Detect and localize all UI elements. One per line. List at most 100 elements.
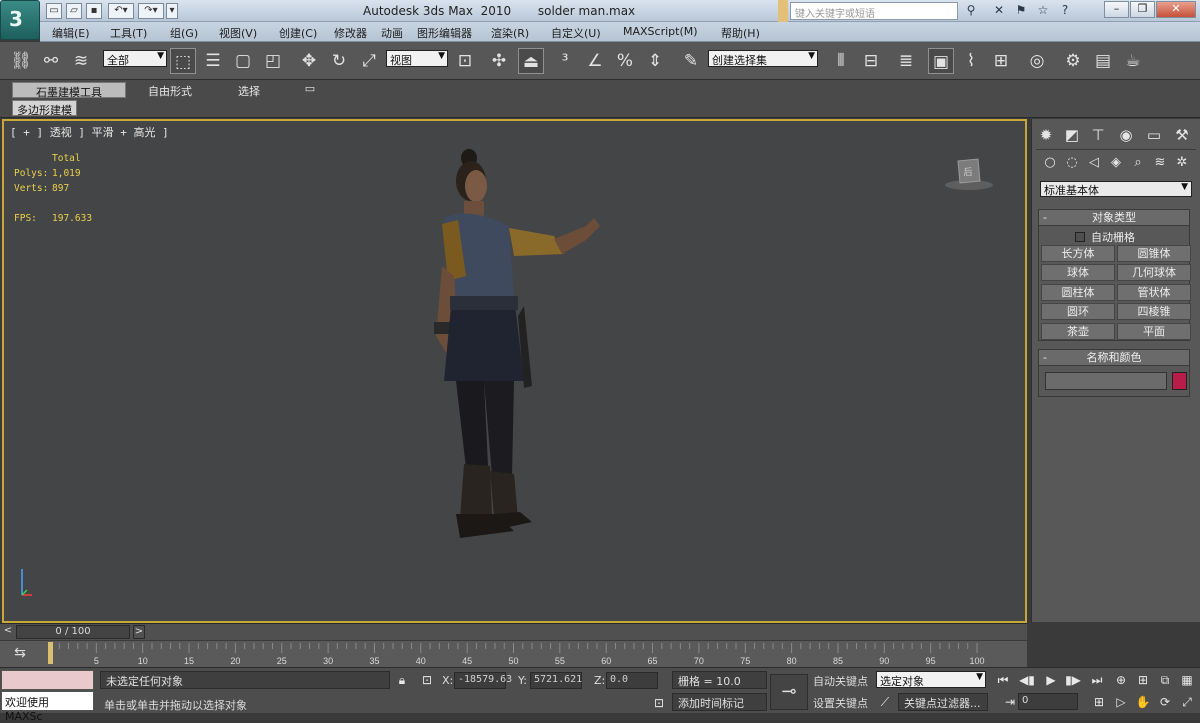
menu-graph-editors[interactable]: 图形编辑器	[417, 25, 472, 41]
menu-edit[interactable]: 编辑(E)	[52, 25, 90, 41]
restore-button[interactable]: ❐	[1130, 1, 1155, 18]
create-tab-icon[interactable]: ✹	[1034, 123, 1058, 147]
time-tag-icon[interactable]: ⊡	[650, 694, 668, 712]
maximize-viewport-icon[interactable]: ⤢	[1178, 693, 1196, 711]
field-of-view-icon[interactable]: ▷	[1112, 693, 1130, 711]
set-key-icon[interactable]: ⊸	[770, 674, 808, 710]
window-crossing-icon[interactable]: ◰	[260, 48, 286, 74]
search-input[interactable]: 键入关键字或短语	[790, 2, 958, 20]
open-file-icon[interactable]: ▱	[66, 3, 82, 19]
tab-freeform[interactable]: 自由形式	[140, 82, 200, 98]
new-file-icon[interactable]: ▭	[46, 3, 62, 19]
orbit-icon[interactable]: ⟳	[1156, 693, 1174, 711]
named-selection-dropdown[interactable]: 创建选择集 ▼	[708, 50, 818, 67]
app-logo[interactable]: 3	[0, 0, 40, 40]
absolute-mode-icon[interactable]: ⊡	[418, 671, 436, 689]
modify-tab-icon[interactable]: ◩	[1060, 123, 1084, 147]
key-mode-toggle-icon[interactable]: ⇥	[1001, 693, 1019, 711]
menu-tools[interactable]: 工具(T)	[110, 25, 147, 41]
utilities-tab-icon[interactable]: ⚒	[1170, 123, 1194, 147]
select-and-manipulate-icon[interactable]: ✣	[486, 48, 512, 74]
maxscript-listener-mini[interactable]	[1, 670, 94, 690]
go-to-end-icon[interactable]: ⏭	[1088, 671, 1106, 689]
select-and-link-icon[interactable]: ⛓	[8, 48, 34, 74]
zoom-icon[interactable]: ⊕	[1112, 671, 1130, 689]
object-color-swatch[interactable]	[1172, 372, 1187, 390]
graphite-modeling-tools-icon[interactable]: ▣	[928, 48, 954, 74]
cylinder-button[interactable]: 圆柱体	[1041, 284, 1115, 301]
cone-button[interactable]: 圆锥体	[1117, 245, 1191, 262]
edit-named-selection-icon[interactable]: ✎	[678, 48, 704, 74]
sphere-button[interactable]: 球体	[1041, 264, 1115, 281]
y-coordinate-field[interactable]: 5721.621	[530, 672, 582, 689]
material-editor-icon[interactable]: ◎	[1024, 48, 1050, 74]
previous-key-icon[interactable]: ◀▮	[1018, 671, 1036, 689]
pivot-center-icon[interactable]: ⊡	[452, 48, 478, 74]
space-warps-icon[interactable]: ≋	[1150, 153, 1170, 173]
menu-group[interactable]: 组(G)	[170, 25, 198, 41]
reference-coordinate-dropdown[interactable]: 视图 ▼	[386, 50, 448, 67]
favorites-icon[interactable]: ☆	[1034, 3, 1052, 19]
track-bar[interactable]: ⇆ 5 10 15 20 25 30 35 40 45 50 55 60 65 70 75 80 85 90 95 1…	[0, 641, 1027, 667]
cameras-icon[interactable]: ◈	[1106, 153, 1126, 173]
select-and-rotate-icon[interactable]: ↻	[326, 48, 352, 74]
minimize-button[interactable]: –	[1104, 1, 1129, 18]
schematic-view-icon[interactable]: ⊞	[988, 48, 1014, 74]
teapot-button[interactable]: 茶壶	[1041, 323, 1115, 340]
help-icon[interactable]: ?	[1056, 3, 1074, 19]
binoculars-icon[interactable]: ⚲	[962, 3, 980, 19]
tube-button[interactable]: 管状体	[1117, 284, 1191, 301]
time-slider-thumb[interactable]: 0 / 100	[16, 625, 130, 639]
auto-key-button[interactable]: 自动关键点	[813, 673, 868, 689]
menu-rendering[interactable]: 渲染(R)	[491, 25, 529, 41]
tab-graphite-modeling[interactable]: 石墨建模工具	[12, 82, 126, 99]
communication-center-icon[interactable]: ⚑	[1012, 3, 1030, 19]
viewport-label[interactable]: [ + ] 透视 ] 平滑 + 高光 ]	[10, 124, 169, 140]
menu-create[interactable]: 创建(C)	[279, 25, 317, 41]
systems-icon[interactable]: ✲	[1172, 153, 1192, 173]
geosphere-button[interactable]: 几何球体	[1117, 264, 1191, 281]
viewcube[interactable]: 后	[944, 157, 994, 191]
motion-tab-icon[interactable]: ◉	[1114, 123, 1138, 147]
key-filters-button[interactable]: 关键点过滤器...	[898, 693, 988, 711]
render-production-icon[interactable]: ☕	[1120, 48, 1146, 74]
key-mode-dropdown[interactable]: 选定对象 ▼	[876, 671, 986, 688]
selection-filter-dropdown[interactable]: 全部 ▼	[103, 50, 167, 67]
align-icon[interactable]: ⊟	[858, 48, 884, 74]
mini-curve-editor-icon[interactable]: ⇆	[6, 645, 34, 663]
curve-editor-icon[interactable]: ⌇	[958, 48, 984, 74]
menu-animation[interactable]: 动画	[381, 25, 403, 41]
pyramid-button[interactable]: 四棱锥	[1117, 303, 1191, 320]
plane-button[interactable]: 平面	[1117, 323, 1191, 340]
select-by-name-icon[interactable]: ☰	[200, 48, 226, 74]
pan-view-icon[interactable]: ✋	[1134, 693, 1152, 711]
menu-modifiers[interactable]: 修改器	[334, 25, 367, 41]
next-key-icon[interactable]: ▮▶	[1064, 671, 1082, 689]
percent-snap-icon[interactable]: %	[612, 48, 638, 74]
shapes-icon[interactable]: ◌	[1062, 153, 1082, 173]
layer-manager-icon[interactable]: ≣	[893, 48, 919, 74]
undo-icon[interactable]: ↶▾	[108, 3, 134, 19]
time-slider[interactable]: < 0 / 100 >	[0, 623, 1027, 640]
tab-selection[interactable]: 选择	[230, 82, 268, 98]
play-icon[interactable]: ▶	[1042, 671, 1060, 689]
display-tab-icon[interactable]: ▭	[1142, 123, 1166, 147]
menu-views[interactable]: 视图(V)	[219, 25, 257, 41]
mirror-icon[interactable]: ⫴	[828, 48, 854, 74]
lights-icon[interactable]: ◁	[1084, 153, 1104, 173]
previous-frame-icon[interactable]: <	[2, 625, 14, 639]
z-coordinate-field[interactable]: 0.0	[606, 672, 658, 689]
keyboard-shortcut-override-icon[interactable]: ⏏	[518, 48, 544, 74]
time-configuration-icon[interactable]: ⊞	[1090, 693, 1108, 711]
name-color-rollout-header[interactable]: - 名称和颜色	[1039, 350, 1189, 366]
next-frame-icon[interactable]: >	[133, 625, 145, 639]
save-icon[interactable]: ▪	[86, 3, 102, 19]
default-in-out-tangent-icon[interactable]: ⟋	[876, 693, 894, 711]
add-time-tag-button[interactable]: 添加时间标记	[672, 693, 767, 711]
ribbon-toggle-icon[interactable]: ▭	[300, 82, 320, 98]
select-object-icon[interactable]: ⬚	[170, 48, 196, 74]
character-model[interactable]	[414, 146, 614, 551]
menu-customize[interactable]: 自定义(U)	[551, 25, 601, 41]
hierarchy-tab-icon[interactable]: ⊤	[1086, 123, 1110, 147]
go-to-start-icon[interactable]: ⏮	[994, 671, 1012, 689]
